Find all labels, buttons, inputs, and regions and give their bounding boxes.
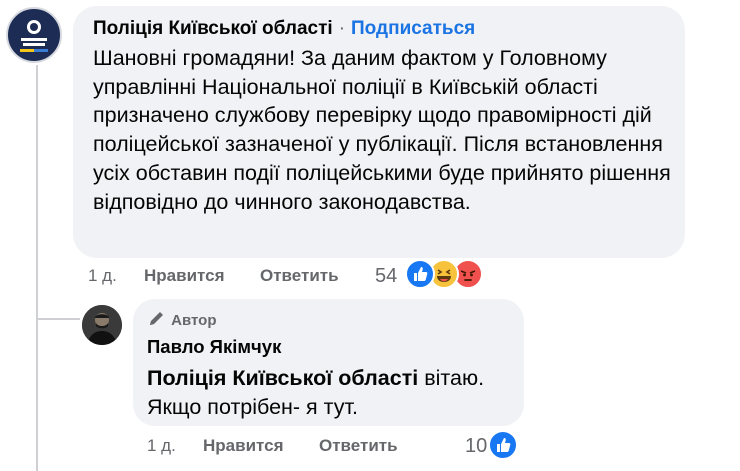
comment-timestamp[interactable]: 1 д.: [88, 266, 117, 286]
reaction-count[interactable]: 54: [375, 265, 397, 288]
comment-header: Поліція Київської області · Подписаться: [93, 18, 475, 40]
reply-text-part1: вітаю.: [418, 366, 485, 390]
page-mention-link[interactable]: Поліція Київської області: [147, 366, 418, 390]
subscribe-button[interactable]: Подписаться: [351, 18, 475, 39]
reply-timestamp[interactable]: 1 д.: [147, 436, 176, 456]
reply-bubble: Автор Павло Якімчук Поліція Київської об…: [133, 299, 524, 426]
reply-reaction-count[interactable]: 10: [465, 435, 487, 458]
police-page-avatar[interactable]: [6, 7, 62, 63]
page-name-link[interactable]: Поліція Київської області: [93, 18, 333, 39]
comment-bubble: Поліція Київської області · Подписаться Ша…: [73, 6, 685, 258]
reply-text: Поліція Київської області вітаю. Якщо по…: [147, 364, 517, 421]
pencil-icon: [150, 312, 163, 325]
author-badge: Автор: [147, 310, 217, 329]
person-photo-icon: [82, 305, 122, 345]
police-emblem-icon: [20, 20, 48, 52]
like-icon[interactable]: [488, 430, 518, 460]
like-button[interactable]: Нравится: [144, 266, 225, 286]
reply-like-button[interactable]: Нравится: [203, 436, 284, 456]
thread-line-branch: [36, 318, 80, 320]
author-badge-label: Автор: [171, 312, 217, 329]
separator-dot: ·: [338, 18, 346, 39]
reply-button[interactable]: Ответить: [260, 266, 339, 286]
reply-author-name[interactable]: Павло Якімчук: [147, 336, 281, 358]
like-icon[interactable]: [405, 259, 435, 289]
author-avatar[interactable]: [82, 305, 122, 345]
thread-line-vertical: [36, 65, 38, 471]
reply-reply-button[interactable]: Ответить: [319, 436, 398, 456]
comment-text: Шановні громадяни! За даним фактом у Гол…: [93, 46, 671, 214]
reply-text-part2: Якщо потрібен- я тут.: [147, 394, 358, 419]
